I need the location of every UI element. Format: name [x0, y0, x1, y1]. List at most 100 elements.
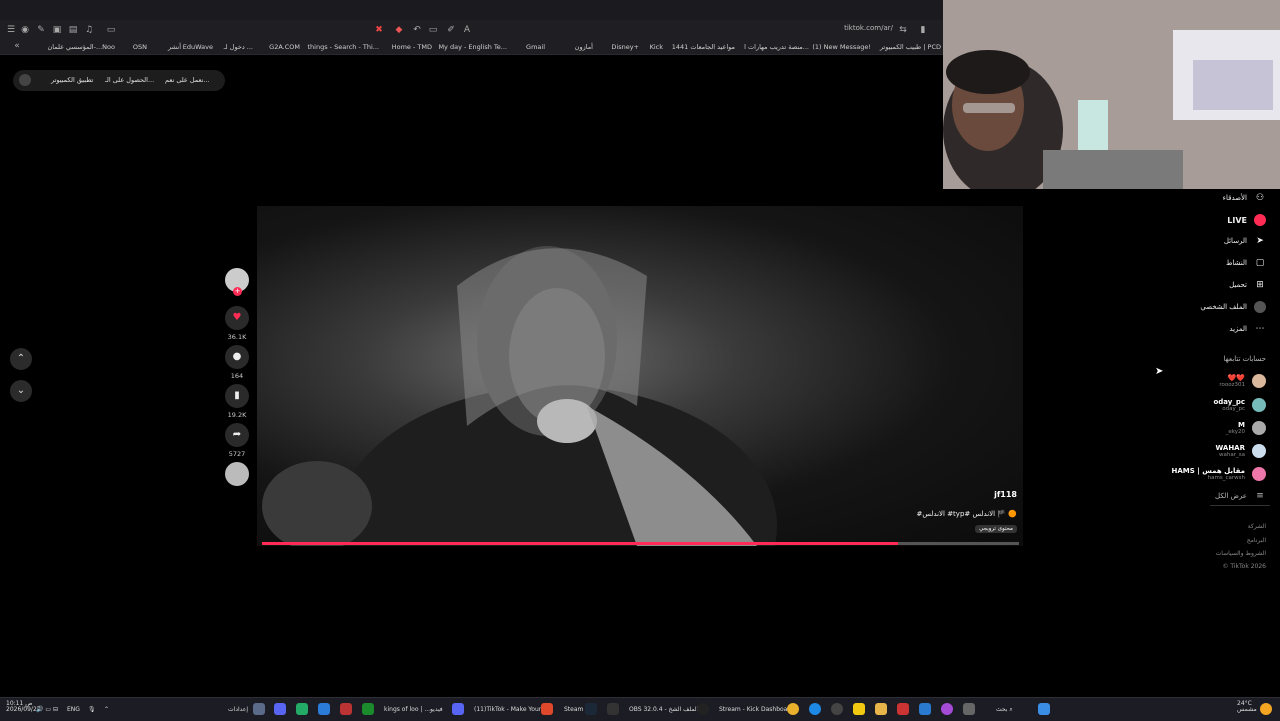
chevron-up-icon[interactable]: ⌃	[104, 703, 109, 716]
get-coins-link[interactable]: الحصول على الـ...	[105, 76, 154, 84]
app-icon[interactable]	[607, 703, 619, 715]
bookmark[interactable]: Disney+	[611, 42, 639, 52]
task-view-icon[interactable]	[963, 703, 975, 715]
taskbar-app[interactable]: إعدادات	[228, 703, 248, 716]
bookmark[interactable]: مواعيد الجامعات 1441	[672, 42, 735, 52]
next-video-button[interactable]: ⌄	[10, 380, 32, 402]
sidebar-item-upload[interactable]: تحميل ⊞	[1229, 277, 1266, 293]
sidebar-item-more[interactable]: المزيد ⋯	[1229, 321, 1266, 337]
language-indicator[interactable]: ENG	[67, 703, 80, 716]
taskbar-app[interactable]: (11)TikTok - Make Your D	[474, 703, 548, 716]
taskbar-app[interactable]: OBS 32.0.4 - الملف الشخ	[629, 703, 698, 716]
bookmark[interactable]: My day - English Te...	[438, 42, 507, 52]
share-button[interactable]: ➦	[225, 423, 249, 447]
window-icon[interactable]: ▭	[106, 25, 116, 35]
bookmark[interactable]: (1) New Message!	[812, 42, 871, 52]
bookmark-icon[interactable]: ▮	[918, 25, 928, 35]
comment-button[interactable]: ●	[225, 345, 249, 369]
see-all-link[interactable]: عرض الكل ≡	[1215, 488, 1266, 504]
bookmark[interactable]: أمازون	[575, 42, 593, 52]
app-icon[interactable]	[340, 703, 352, 715]
sticky-notes-icon[interactable]	[853, 703, 865, 715]
bookmark[interactable]: المؤسسي علمان-...Noo	[47, 42, 115, 52]
followed-account[interactable]: HAMS | مقابل همس hams_carwsh	[1172, 464, 1266, 484]
profile-avatar[interactable]	[19, 74, 31, 86]
edge-icon[interactable]	[809, 703, 821, 715]
music-icon[interactable]: ♫	[84, 25, 94, 35]
undo-icon[interactable]: ↶	[412, 25, 422, 35]
pen-icon[interactable]: ✐	[446, 25, 456, 35]
tray-icons[interactable]: 🔊 ▭ ⊟	[36, 703, 58, 716]
edit-icon[interactable]: ✎	[36, 25, 46, 35]
app-icon[interactable]	[274, 703, 286, 715]
bookmark[interactable]: Home - TMD	[392, 42, 432, 52]
bookmark[interactable]: OSN	[133, 42, 147, 52]
taskbar-app[interactable]: Steam	[564, 703, 583, 716]
bookmark[interactable]: أنشر	[168, 42, 181, 52]
mic-icon[interactable]: 🎙	[88, 703, 96, 716]
video-author[interactable]: jf118	[994, 490, 1017, 499]
chrome-icon[interactable]	[787, 703, 799, 715]
bookmark[interactable]: Kick	[650, 42, 663, 52]
settings-icon[interactable]	[253, 703, 265, 715]
sidebar-icon[interactable]: ▤	[68, 25, 78, 35]
location-icon[interactable]: ◉	[20, 25, 30, 35]
windows-start-icon[interactable]	[1038, 703, 1050, 715]
sidebar-item-friends[interactable]: الأصدقاء ⚇	[1223, 190, 1266, 206]
footer-link[interactable]: البرنامج	[1247, 537, 1266, 544]
app-icon[interactable]	[831, 703, 843, 715]
followed-account[interactable]: oday_pc oday_pc	[1213, 395, 1266, 415]
music-disc[interactable]	[225, 462, 249, 486]
steam-icon[interactable]	[585, 703, 597, 715]
followed-account[interactable]: WAHAR wahar_sa	[1216, 441, 1266, 461]
sidebar-item-profile[interactable]: الملف الشخصي	[1200, 299, 1266, 315]
weather-widget[interactable]: 24°C مشمس	[1237, 701, 1257, 714]
bookmark[interactable]: things - Search - Thi...	[308, 42, 380, 52]
follow-plus-icon[interactable]: +	[233, 287, 242, 296]
folder-icon[interactable]	[875, 703, 887, 715]
like-button[interactable]: ♥	[225, 306, 249, 330]
sidebar-item-activity[interactable]: النشاط ▢	[1226, 255, 1266, 271]
footer-link[interactable]: الشروط والسياسات	[1216, 550, 1266, 557]
taskbar-app[interactable]: kings of loo | ...فيديو	[384, 703, 443, 716]
video-progress-bar[interactable]	[262, 542, 1019, 545]
app-icon[interactable]	[318, 703, 330, 715]
discord-icon[interactable]	[452, 703, 464, 715]
bookmark[interactable]: EduWave	[183, 42, 213, 52]
nvidia-icon[interactable]	[296, 703, 308, 715]
address-bar[interactable]: tiktok.com/ar/	[844, 24, 893, 32]
sidebar-item-live[interactable]: LIVE	[1227, 212, 1266, 228]
calendar-icon[interactable]	[897, 703, 909, 715]
shield-icon[interactable]: ◆	[394, 25, 404, 35]
brave-icon[interactable]	[541, 703, 553, 715]
bookmark[interactable]: Gmail	[526, 42, 545, 52]
tabs-icon[interactable]: ▣	[52, 25, 62, 35]
list-icon: ≡	[1256, 491, 1264, 501]
video-player[interactable]: jf118 #الاندلس #typ# الاندلس 🏴 🟠 محتوى ت…	[257, 206, 1023, 546]
copilot-icon[interactable]	[941, 703, 953, 715]
followed-account[interactable]: M _eky20	[1226, 418, 1266, 438]
font-icon[interactable]: A	[462, 25, 472, 35]
chevron-left-icon[interactable]: «	[12, 41, 22, 51]
bookmark[interactable]: G2A.COM	[269, 42, 300, 52]
taskbar-search[interactable]: بحث ⌕	[996, 703, 1013, 716]
bookmark[interactable]: منصة تدريب مهارات ا...	[744, 42, 809, 52]
sidebar-item-messages[interactable]: الرسائل ➤	[1224, 233, 1266, 249]
menu-icon[interactable]: ☰	[6, 25, 16, 35]
save-button[interactable]: ▮	[225, 384, 249, 408]
extension-icon[interactable]: ✖	[374, 25, 384, 35]
footer-link[interactable]: الشركة	[1248, 523, 1266, 530]
taskbar-app[interactable]: Stream - Kick Dashboar	[719, 703, 790, 716]
screen-icon[interactable]: ▭	[428, 25, 438, 35]
xbox-icon[interactable]	[362, 703, 374, 715]
bookmark[interactable]: طبيب الكمبيوتر | PCD	[880, 42, 941, 52]
app-icon[interactable]	[919, 703, 931, 715]
tiktok-top-bar: تطبيق الكمبيوتر الحصول على الـ... نعمل ع…	[13, 70, 225, 91]
obs-icon[interactable]	[697, 703, 709, 715]
followed-account[interactable]: ❤️❤️ roooz301	[1219, 371, 1266, 391]
desktop-app-link[interactable]: تطبيق الكمبيوتر	[51, 76, 93, 84]
previous-video-button[interactable]: ⌃	[10, 348, 32, 370]
translate-icon[interactable]: ⇆	[898, 25, 908, 35]
work-with-us-link[interactable]: نعمل على نعم...	[165, 76, 210, 84]
bookmark[interactable]: دخول لـ ...	[224, 42, 253, 52]
